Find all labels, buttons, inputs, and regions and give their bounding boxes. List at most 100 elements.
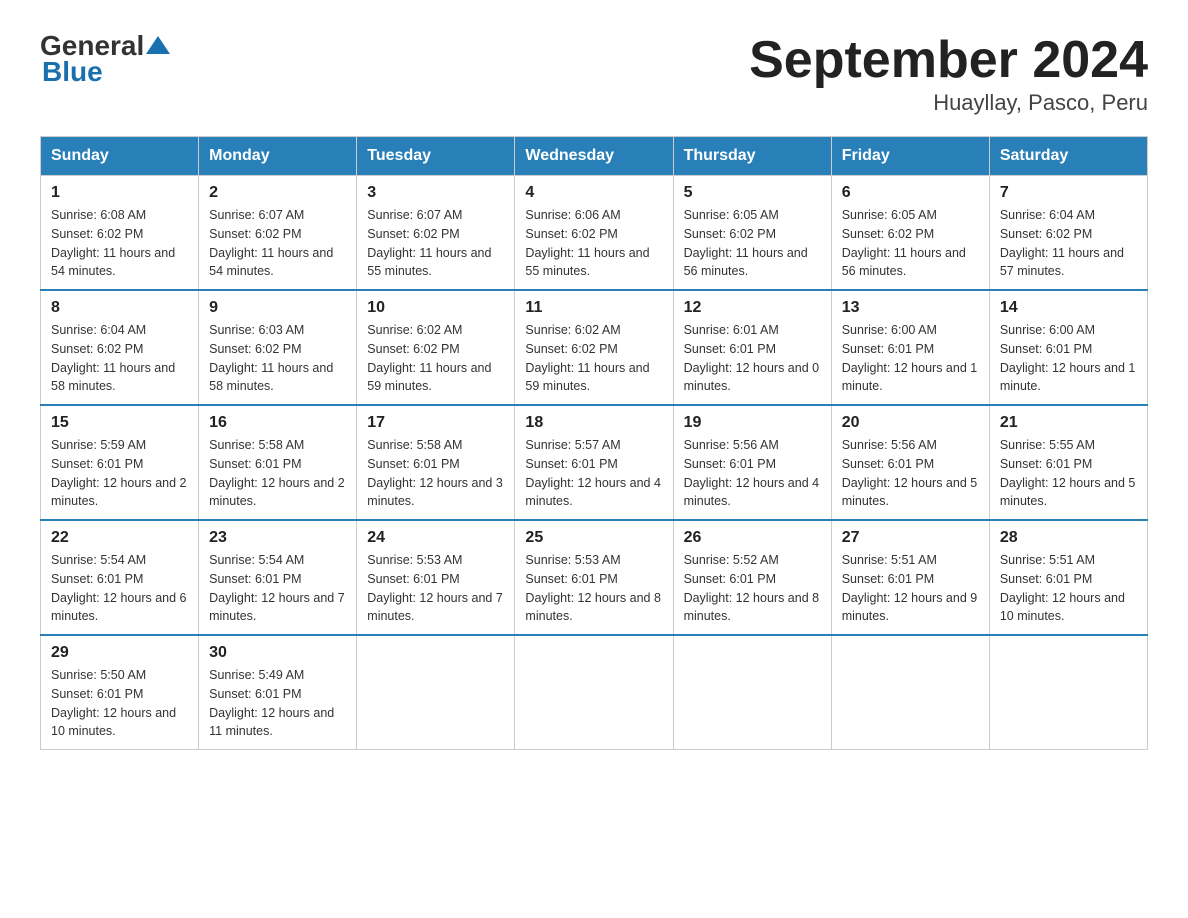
col-saturday: Saturday: [989, 137, 1147, 176]
logo-icon: [144, 32, 172, 60]
day-number: 19: [684, 414, 821, 432]
calendar-header: Sunday Monday Tuesday Wednesday Thursday…: [41, 137, 1148, 176]
calendar-week-row: 15 Sunrise: 5:59 AMSunset: 6:01 PMDayligh…: [41, 405, 1148, 520]
day-number: 20: [842, 414, 979, 432]
table-row: 6 Sunrise: 6:05 AMSunset: 6:02 PMDaylight…: [831, 176, 989, 291]
table-row: [673, 635, 831, 750]
day-info: Sunrise: 6:08 AMSunset: 6:02 PMDaylight:…: [51, 206, 188, 281]
day-info: Sunrise: 6:00 AMSunset: 6:01 PMDaylight:…: [842, 321, 979, 396]
day-info: Sunrise: 5:57 AMSunset: 6:01 PMDaylight:…: [525, 436, 662, 511]
day-number: 3: [367, 184, 504, 202]
day-number: 22: [51, 529, 188, 547]
calendar-week-row: 8Sunrise: 6:04 AMSunset: 6:02 PMDaylight…: [41, 290, 1148, 405]
day-number: 29: [51, 644, 188, 662]
day-info: Sunrise: 5:49 AMSunset: 6:01 PMDaylight:…: [209, 666, 346, 741]
day-number: 17: [367, 414, 504, 432]
day-info: Sunrise: 6:01 AMSunset: 6:01 PMDaylight:…: [684, 321, 821, 396]
day-info: Sunrise: 5:50 AMSunset: 6:01 PMDaylight:…: [51, 666, 188, 741]
table-row: 22Sunrise: 5:54 AMSunset: 6:01 PMDayligh…: [41, 520, 199, 635]
day-info: Sunrise: 5:56 AMSunset: 6:01 PMDaylight:…: [684, 436, 821, 511]
col-thursday: Thursday: [673, 137, 831, 176]
day-info: Sunrise: 6:02 AMSunset: 6:02 PMDaylight:…: [525, 321, 662, 396]
table-row: 27Sunrise: 5:51 AMSunset: 6:01 PMDayligh…: [831, 520, 989, 635]
day-number: 7: [1000, 184, 1137, 202]
title-block: September 2024 Huayllay, Pasco, Peru: [749, 30, 1148, 116]
table-row: 14 Sunrise: 6:00 AMSunset: 6:01 PMDayligh…: [989, 290, 1147, 405]
table-row: [357, 635, 515, 750]
day-number: 25: [525, 529, 662, 547]
table-row: [831, 635, 989, 750]
day-info: Sunrise: 6:05 AMSunset: 6:02 PMDaylight:…: [842, 206, 979, 281]
day-info: Sunrise: 6:04 AMSunset: 6:02 PMDaylight:…: [1000, 206, 1137, 281]
table-row: 11 Sunrise: 6:02 AMSunset: 6:02 PMDayligh…: [515, 290, 673, 405]
day-number: 23: [209, 529, 346, 547]
table-row: 29 Sunrise: 5:50 AMSunset: 6:01 PMDayligh…: [41, 635, 199, 750]
page-header: General Blue September 2024 Huayllay, Pa…: [40, 30, 1148, 116]
calendar-week-row: 29 Sunrise: 5:50 AMSunset: 6:01 PMDayligh…: [41, 635, 1148, 750]
day-number: 11: [525, 299, 662, 317]
day-number: 24: [367, 529, 504, 547]
table-row: 9 Sunrise: 6:03 AMSunset: 6:02 PMDaylight…: [199, 290, 357, 405]
day-info: Sunrise: 6:05 AMSunset: 6:02 PMDaylight:…: [684, 206, 821, 281]
day-number: 26: [684, 529, 821, 547]
day-number: 5: [684, 184, 821, 202]
day-number: 14: [1000, 299, 1137, 317]
day-number: 6: [842, 184, 979, 202]
day-info: Sunrise: 5:53 AMSunset: 6:01 PMDaylight:…: [525, 551, 662, 626]
table-row: 16 Sunrise: 5:58 AMSunset: 6:01 PMDayligh…: [199, 405, 357, 520]
day-number: 16: [209, 414, 346, 432]
calendar-week-row: 22 Sunrise: 5:54 AMSunset: 6:01 PMDayligh…: [41, 520, 1148, 635]
day-number: 30: [209, 644, 346, 662]
table-row: 17 Sunrise: 5:58 AMSunset: 6:01 PMDayligh…: [357, 405, 515, 520]
calendar-subtitle: Huayllay, Pasco, Peru: [749, 90, 1148, 116]
logo-blue-text: Blue: [42, 56, 103, 87]
day-number: 8: [51, 299, 188, 317]
calendar-week-row: 1 Sunrise: 6:08 AMSunset: 6:02 PMDaylight…: [41, 176, 1148, 291]
day-number: 10: [367, 299, 504, 317]
table-row: 5 Sunrise: 6:05 AMSunset: 6:02 PMDaylight…: [673, 176, 831, 291]
calendar-title: September 2024: [749, 30, 1148, 90]
day-info: Sunrise: 5:58 AMSunset: 6:01 PMDaylight:…: [209, 436, 346, 511]
day-info: Sunrise: 5:54 AMSunset: 6:01 PMDaylight:…: [209, 551, 346, 626]
day-number: 4: [525, 184, 662, 202]
day-number: 1: [51, 184, 188, 202]
day-number: 15: [51, 414, 188, 432]
day-info: Sunrise: 5:56 AMSunset: 6:01 PMDaylight:…: [842, 436, 979, 511]
day-info: Sunrise: 5:52 AMSunset: 6:01 PMDaylight:…: [684, 551, 821, 626]
day-info: Sunrise: 5:53 AMSunset: 6:01 PMDaylight:…: [367, 551, 504, 626]
day-info: Sunrise: 5:58 AMSunset: 6:01 PMDaylight:…: [367, 436, 504, 511]
table-row: [515, 635, 673, 750]
day-number: 28: [1000, 529, 1137, 547]
day-number: 2: [209, 184, 346, 202]
col-wednesday: Wednesday: [515, 137, 673, 176]
day-info: Sunrise: 6:06 AMSunset: 6:02 PMDaylight:…: [525, 206, 662, 281]
calendar-table: Sunday Monday Tuesday Wednesday Thursday…: [40, 136, 1148, 750]
day-number: 9: [209, 299, 346, 317]
day-info: Sunrise: 5:51 AMSunset: 6:01 PMDaylight:…: [842, 551, 979, 626]
table-row: 26 Sunrise: 5:52 AMSunset: 6:01 PMDayligh…: [673, 520, 831, 635]
day-info: Sunrise: 5:51 AMSunset: 6:01 PMDaylight:…: [1000, 551, 1137, 626]
table-row: 12Sunrise: 6:01 AMSunset: 6:01 PMDayligh…: [673, 290, 831, 405]
logo: General Blue: [40, 30, 172, 88]
day-info: Sunrise: 6:07 AMSunset: 6:02 PMDaylight:…: [367, 206, 504, 281]
day-info: Sunrise: 5:59 AMSunset: 6:01 PMDaylight:…: [51, 436, 188, 511]
col-monday: Monday: [199, 137, 357, 176]
table-row: 23 Sunrise: 5:54 AMSunset: 6:01 PMDayligh…: [199, 520, 357, 635]
day-number: 13: [842, 299, 979, 317]
table-row: 3 Sunrise: 6:07 AMSunset: 6:02 PMDaylight…: [357, 176, 515, 291]
table-row: 4 Sunrise: 6:06 AMSunset: 6:02 PMDaylight…: [515, 176, 673, 291]
day-number: 21: [1000, 414, 1137, 432]
header-row: Sunday Monday Tuesday Wednesday Thursday…: [41, 137, 1148, 176]
table-row: 13 Sunrise: 6:00 AMSunset: 6:01 PMDayligh…: [831, 290, 989, 405]
table-row: 7 Sunrise: 6:04 AMSunset: 6:02 PMDaylight…: [989, 176, 1147, 291]
col-friday: Friday: [831, 137, 989, 176]
table-row: 8Sunrise: 6:04 AMSunset: 6:02 PMDaylight…: [41, 290, 199, 405]
col-sunday: Sunday: [41, 137, 199, 176]
day-info: Sunrise: 6:03 AMSunset: 6:02 PMDaylight:…: [209, 321, 346, 396]
table-row: 1 Sunrise: 6:08 AMSunset: 6:02 PMDaylight…: [41, 176, 199, 291]
calendar-body: 1 Sunrise: 6:08 AMSunset: 6:02 PMDaylight…: [41, 176, 1148, 750]
day-info: Sunrise: 5:55 AMSunset: 6:01 PMDaylight:…: [1000, 436, 1137, 511]
table-row: 24 Sunrise: 5:53 AMSunset: 6:01 PMDayligh…: [357, 520, 515, 635]
day-info: Sunrise: 6:00 AMSunset: 6:01 PMDaylight:…: [1000, 321, 1137, 396]
table-row: 30 Sunrise: 5:49 AMSunset: 6:01 PMDayligh…: [199, 635, 357, 750]
